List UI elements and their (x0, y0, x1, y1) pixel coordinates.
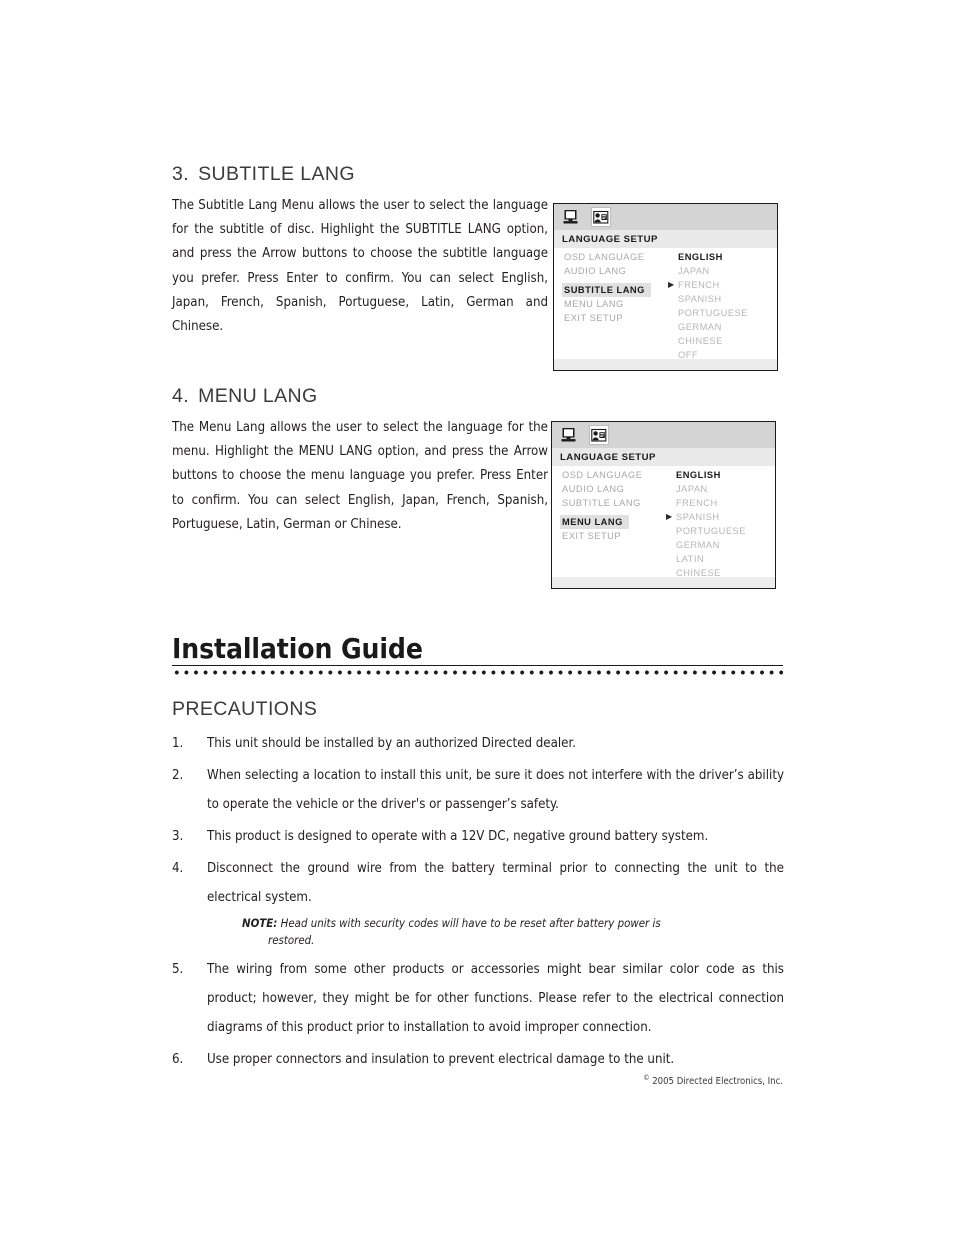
document-page: 3. SUBTITLE LANG The Subtitle Lang Menu a… (0, 0, 954, 1235)
osd-option[interactable]: LATIN (666, 552, 775, 566)
list-marker: 5. (172, 962, 184, 977)
section-body-subtitle-lang: The Subtitle Lang Menu allows the user t… (172, 198, 548, 335)
osd-option-list: ENGLISH JAPAN ▶ FRENCH SPANISH PORTUGUESE… (662, 250, 777, 362)
list-marker: 1. (172, 736, 184, 751)
osd-menu-item[interactable]: EXIT SETUP (562, 311, 662, 325)
note-line-2: restored. (268, 933, 315, 947)
osd-option[interactable]: PORTUGUESE (668, 306, 777, 320)
osd-panel-subtitle-lang: LANGUAGE SETUP OSD LANGUAGE AUDIO LANG S… (553, 203, 778, 371)
copyright-footer: © 2005 Directed Electronics, Inc. (500, 1074, 783, 1087)
section-heading-menu-lang: 4. MENU LANG (172, 385, 318, 408)
osd-option[interactable]: GERMAN (668, 320, 777, 334)
list-item-text: This unit should be installed by an auth… (207, 736, 576, 751)
note-label: NOTE: (242, 916, 278, 930)
note-line-1: Head units with security codes will have… (280, 916, 661, 930)
osd-option-label: LATIN (676, 554, 705, 564)
osd-menu-item[interactable]: AUDIO LANG (562, 264, 662, 278)
list-item: 4. Disconnect the ground wire from the b… (172, 854, 784, 912)
osd-menu-item[interactable]: AUDIO LANG (560, 482, 660, 496)
copyright-symbol: © (643, 1074, 650, 1082)
display-icon[interactable] (559, 425, 579, 445)
osd-option-label: JAPAN (678, 266, 710, 276)
list-item-text: Disconnect the ground wire from the batt… (207, 861, 784, 905)
section-body-menu-lang: The Menu Lang allows the user to select … (172, 420, 548, 532)
osd-option-label: SPANISH (676, 512, 720, 522)
osd-option-label: ENGLISH (678, 252, 723, 262)
osd-option[interactable]: SPANISH (668, 292, 777, 306)
osd-option-highlighted[interactable]: ▶ SPANISH (666, 510, 775, 524)
osd-option-label: GERMAN (676, 540, 720, 550)
osd-option[interactable]: PORTUGUESE (666, 524, 775, 538)
list-item-text: Use proper connectors and insulation to … (207, 1052, 675, 1067)
list-item: 3. This product is designed to operate w… (172, 822, 784, 851)
list-item-text: The wiring from some other products or a… (207, 962, 784, 1035)
section-title: SUBTITLE LANG (198, 163, 355, 185)
osd-menu-item[interactable]: EXIT SETUP (560, 529, 660, 543)
osd-option-label: JAPAN (676, 484, 708, 494)
section-number: 3. (172, 163, 190, 185)
title-rule (172, 665, 783, 667)
osd-option-label: GERMAN (678, 322, 722, 332)
list-marker: 2. (172, 768, 184, 783)
osd-menu-item[interactable]: OSD LANGUAGE (562, 250, 662, 264)
osd-menu-item[interactable]: OSD LANGUAGE (560, 468, 660, 482)
osd-menu-item[interactable]: MENU LANG (562, 297, 662, 311)
osd-option[interactable]: JAPAN (668, 264, 777, 278)
osd-option[interactable]: ENGLISH (666, 468, 775, 482)
osd-title: LANGUAGE SETUP (552, 448, 775, 466)
osd-header (552, 422, 775, 448)
osd-body: OSD LANGUAGE AUDIO LANG SUBTITLE LANG ME… (552, 466, 775, 580)
osd-menu-list: OSD LANGUAGE AUDIO LANG SUBTITLE LANG ME… (554, 250, 662, 362)
osd-option-highlighted[interactable]: ▶ FRENCH (668, 278, 777, 292)
language-icon[interactable] (589, 425, 609, 445)
caret-right-icon: ▶ (668, 280, 675, 289)
osd-menu-list: OSD LANGUAGE AUDIO LANG SUBTITLE LANG ME… (552, 468, 660, 580)
osd-panel-menu-lang: LANGUAGE SETUP OSD LANGUAGE AUDIO LANG S… (551, 421, 776, 589)
caret-right-icon: ▶ (666, 512, 673, 521)
list-item: 5. The wiring from some other products o… (172, 955, 784, 1042)
osd-option[interactable]: ENGLISH (668, 250, 777, 264)
page-title: Installation Guide (172, 632, 423, 665)
list-marker: 6. (172, 1052, 184, 1067)
list-marker: 3. (172, 829, 184, 844)
osd-footer-bar (552, 577, 775, 588)
list-item: 1. This unit should be installed by an a… (172, 729, 784, 758)
osd-title: LANGUAGE SETUP (554, 230, 777, 248)
osd-menu-item[interactable]: SUBTITLE LANG (560, 496, 660, 510)
display-icon[interactable] (561, 207, 581, 227)
osd-option-label: PORTUGUESE (678, 308, 748, 318)
osd-option-list: ENGLISH JAPAN FRENCH ▶ SPANISH PORTUGUESE… (660, 468, 775, 580)
precautions-list: 1. This unit should be installed by an a… (172, 729, 784, 1077)
osd-option-label: ENGLISH (676, 470, 721, 480)
osd-option-label: FRENCH (678, 280, 720, 290)
installation-guide-banner: Installation Guide (172, 632, 783, 677)
osd-option[interactable]: JAPAN (666, 482, 775, 496)
list-marker: 4. (172, 861, 184, 876)
osd-menu-item-selected[interactable]: MENU LANG (560, 515, 629, 529)
list-item-text: This product is designed to operate with… (207, 829, 709, 844)
section-number: 4. (172, 385, 190, 407)
list-item-text: When selecting a location to install thi… (207, 768, 784, 812)
osd-option[interactable]: FRENCH (666, 496, 775, 510)
osd-menu-item-selected[interactable]: SUBTITLE LANG (562, 283, 651, 297)
osd-option-label: SPANISH (678, 294, 722, 304)
osd-option-label: CHINESE (678, 336, 723, 346)
osd-header (554, 204, 777, 230)
osd-option-label: FRENCH (676, 498, 718, 508)
list-item: 2. When selecting a location to install … (172, 761, 784, 819)
osd-body: OSD LANGUAGE AUDIO LANG SUBTITLE LANG ME… (554, 248, 777, 362)
copyright-text: 2005 Directed Electronics, Inc. (652, 1076, 783, 1088)
list-item: 6. Use proper connectors and insulation … (172, 1045, 784, 1074)
osd-option[interactable]: GERMAN (666, 538, 775, 552)
section-title: MENU LANG (198, 385, 318, 407)
precautions-heading: PRECAUTIONS (172, 698, 318, 720)
dotted-divider (172, 669, 783, 677)
osd-option-label: PORTUGUESE (676, 526, 746, 536)
note-block: NOTE: Head units with security codes wil… (172, 915, 784, 949)
language-icon[interactable] (591, 207, 611, 227)
osd-footer-bar (554, 359, 777, 370)
section-heading-subtitle-lang: 3. SUBTITLE LANG (172, 163, 355, 186)
osd-option[interactable]: CHINESE (668, 334, 777, 348)
